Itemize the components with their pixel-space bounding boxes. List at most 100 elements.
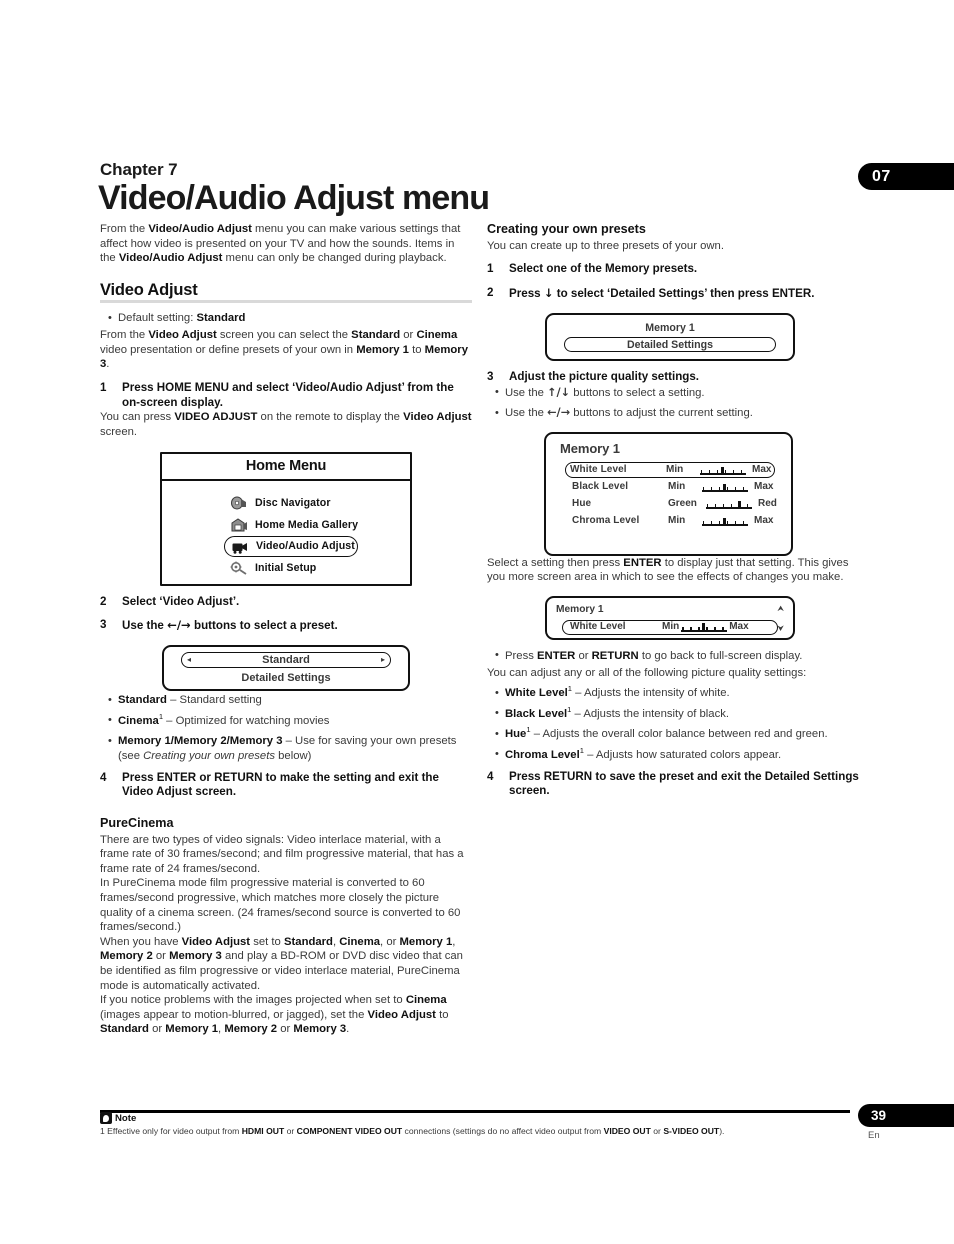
detailed-settings-label[interactable]: Detailed Settings [164, 671, 408, 686]
home-menu-item-label: Video/Audio Adjust [256, 540, 355, 553]
chevron-left-icon[interactable]: ◂ [187, 656, 191, 664]
step-number: 4 [100, 770, 107, 784]
setting-row-white-level[interactable]: White Level Min Max [565, 462, 775, 479]
presets-intro: You can create up to three presets of yo… [487, 239, 724, 252]
list-item: Press ENTER or RETURN to go back to full… [495, 648, 859, 664]
list-item: Use the ←/→ buttons to adjust the curren… [495, 406, 859, 421]
step-text: Select one of the Memory presets. [509, 262, 698, 276]
setting-slider[interactable] [702, 517, 748, 526]
home-menu-item-disc-navigator[interactable]: Disc Navigator [230, 492, 410, 514]
setting-max-label: Max [729, 620, 749, 632]
home-menu-item-video-audio-adjust[interactable]: Video/Audio Adjust [224, 536, 358, 558]
section-heading-purecinema: PureCinema [100, 816, 174, 831]
list-item: Black Level1 – Adjusts the intensity of … [495, 706, 859, 722]
step-number: 2 [100, 594, 107, 608]
press-enter-list: Press ENTER or RETURN to go back to full… [487, 648, 859, 664]
settings-title: Memory 1 [560, 440, 620, 456]
note-badge: Note [100, 1112, 136, 1124]
home-menu-item-initial-setup[interactable]: Initial Setup [230, 557, 410, 579]
step-text: Press ↓ to select ‘Detailed Settings’ th… [509, 285, 815, 300]
section-heading-creating-presets: Creating your own presets [487, 222, 646, 236]
setting-row-chroma-level[interactable]: Chroma Level Min Max [568, 513, 773, 529]
list-item: Use the ↑/↓ buttons to select a setting. [495, 385, 859, 401]
presets-step-4: 4 Press RETURN to save the preset and ex… [487, 770, 859, 800]
list-item: Hue1 – Adjusts the overall color balance… [495, 726, 859, 742]
compact-caption: Memory 1 [556, 603, 604, 615]
setting-min-label: Min [666, 464, 684, 476]
step-text: Press HOME MENU and select ‘Video/Audio … [122, 380, 454, 409]
step-text: Press ENTER or RETURN to make the settin… [122, 770, 439, 799]
preset-description-list: Standard – Standard setting Cinema1 – Op… [100, 693, 472, 763]
home-menu-title: Home Menu [162, 454, 410, 482]
setting-name: Chroma Level [572, 515, 640, 527]
setting-slider[interactable] [681, 623, 728, 632]
heading-rule [100, 300, 472, 304]
setting-max-label: Max [754, 481, 774, 493]
memory-settings-osd: Memory 1 White Level Min Max Black Level… [544, 431, 793, 556]
adjust-line: You can adjust any or all of the followi… [487, 666, 807, 679]
document-page: 07 Chapter 7 Video/Audio Adjust menu Fro… [0, 0, 954, 1244]
compact-setting-row[interactable]: White Level Min Max [562, 619, 778, 635]
presets-step-1: 1 Select one of the Memory presets. [487, 262, 859, 277]
setting-min-label: Min [662, 620, 680, 632]
initial-setup-icon [230, 561, 247, 575]
setting-min-label: Min [668, 515, 686, 527]
step-text: Use the ←/→ buttons to select a preset. [122, 618, 338, 633]
setting-max-label: Max [752, 464, 772, 476]
page-language: En [868, 1130, 880, 1141]
chapter-tab-number: 07 [872, 167, 891, 185]
list-item: Cinema1 – Optimized for watching movies [108, 713, 472, 729]
home-menu-items: Disc Navigator Home Media Gallery Video/… [162, 481, 410, 579]
left-right-arrows-glyph: ←/→ [167, 618, 191, 633]
presets-step-3: 3 Adjust the picture quality settings. [487, 370, 859, 385]
setting-name: Hue [572, 498, 592, 510]
memory-preset-osd: Memory 1 Detailed Settings [545, 312, 795, 361]
setting-slider[interactable] [700, 466, 746, 475]
setting-min-label: Green [668, 498, 697, 510]
footer-rule [100, 1110, 850, 1113]
left-column: From the Video/Audio Adjust menu you can… [100, 222, 472, 1037]
disc-navigator-icon [231, 496, 246, 510]
step-2: 2 Select ‘Video Adjust’. [100, 595, 472, 610]
step-number: 3 [100, 618, 107, 632]
quality-settings-list: White Level1 – Adjusts the intensity of … [487, 685, 859, 763]
presets-step-2: 2 Press ↓ to select ‘Detailed Settings’ … [487, 286, 859, 302]
home-menu-item-home-media-gallery[interactable]: Home Media Gallery [230, 514, 410, 536]
setting-min-label: Min [668, 481, 686, 493]
page-number-tab: 39 [858, 1104, 954, 1127]
list-item: White Level1 – Adjusts the intensity of … [495, 685, 859, 701]
setting-slider[interactable] [702, 483, 748, 492]
home-menu-item-label: Disc Navigator [255, 496, 331, 509]
step-number: 1 [100, 380, 107, 394]
list-item: Standard – Standard setting [108, 693, 472, 708]
setting-row-black-level[interactable]: Black Level Min Max [568, 479, 774, 495]
step-4: 4 Press ENTER or RETURN to make the sett… [100, 771, 472, 801]
chapter-tab: 07 [858, 163, 954, 190]
step-3-bullets: Use the ↑/↓ buttons to select a setting.… [487, 385, 859, 421]
step-3: 3 Use the ←/→ buttons to select a preset… [100, 618, 472, 634]
step-text: Press RETURN to save the preset and exit… [509, 769, 859, 798]
step-number: 2 [487, 285, 494, 299]
down-arrow-glyph: ↓ [543, 285, 554, 300]
preset-selector[interactable]: ◂ Standard ▸ [181, 652, 391, 669]
list-item: Chroma Level1 – Adjusts how saturated co… [495, 747, 859, 763]
step-1: 1 Press HOME MENU and select ‘Video/Audi… [100, 381, 472, 411]
setting-name: Black Level [572, 481, 629, 493]
right-column: Creating your own presets You can create… [487, 222, 859, 799]
left-right-arrows-glyph: ←/→ [547, 406, 571, 420]
setting-slider[interactable] [706, 500, 752, 509]
single-setting-osd: Memory 1 ⮝ White Level Min Max ⮟ [545, 595, 795, 640]
memory-caption: Memory 1 [645, 321, 695, 334]
step-number: 1 [487, 262, 494, 276]
detailed-settings-button[interactable]: Detailed Settings [564, 337, 776, 353]
note-icon [100, 1112, 112, 1124]
setting-row-hue[interactable]: Hue Green Red [568, 496, 777, 512]
purecinema-paragraph-2: In PureCinema mode film progressive mate… [100, 877, 461, 934]
note-label: Note [115, 1112, 137, 1124]
chevron-right-icon[interactable]: ▸ [381, 656, 385, 664]
scroll-up-icon[interactable]: ⮝ [777, 604, 784, 613]
step-text: Select ‘Video Adjust’. [122, 594, 240, 608]
scroll-down-icon[interactable]: ⮟ [777, 624, 784, 633]
step-1-body: You can press VIDEO ADJUST on the remote… [100, 411, 472, 438]
page-title: Video/Audio Adjust menu [98, 179, 490, 217]
